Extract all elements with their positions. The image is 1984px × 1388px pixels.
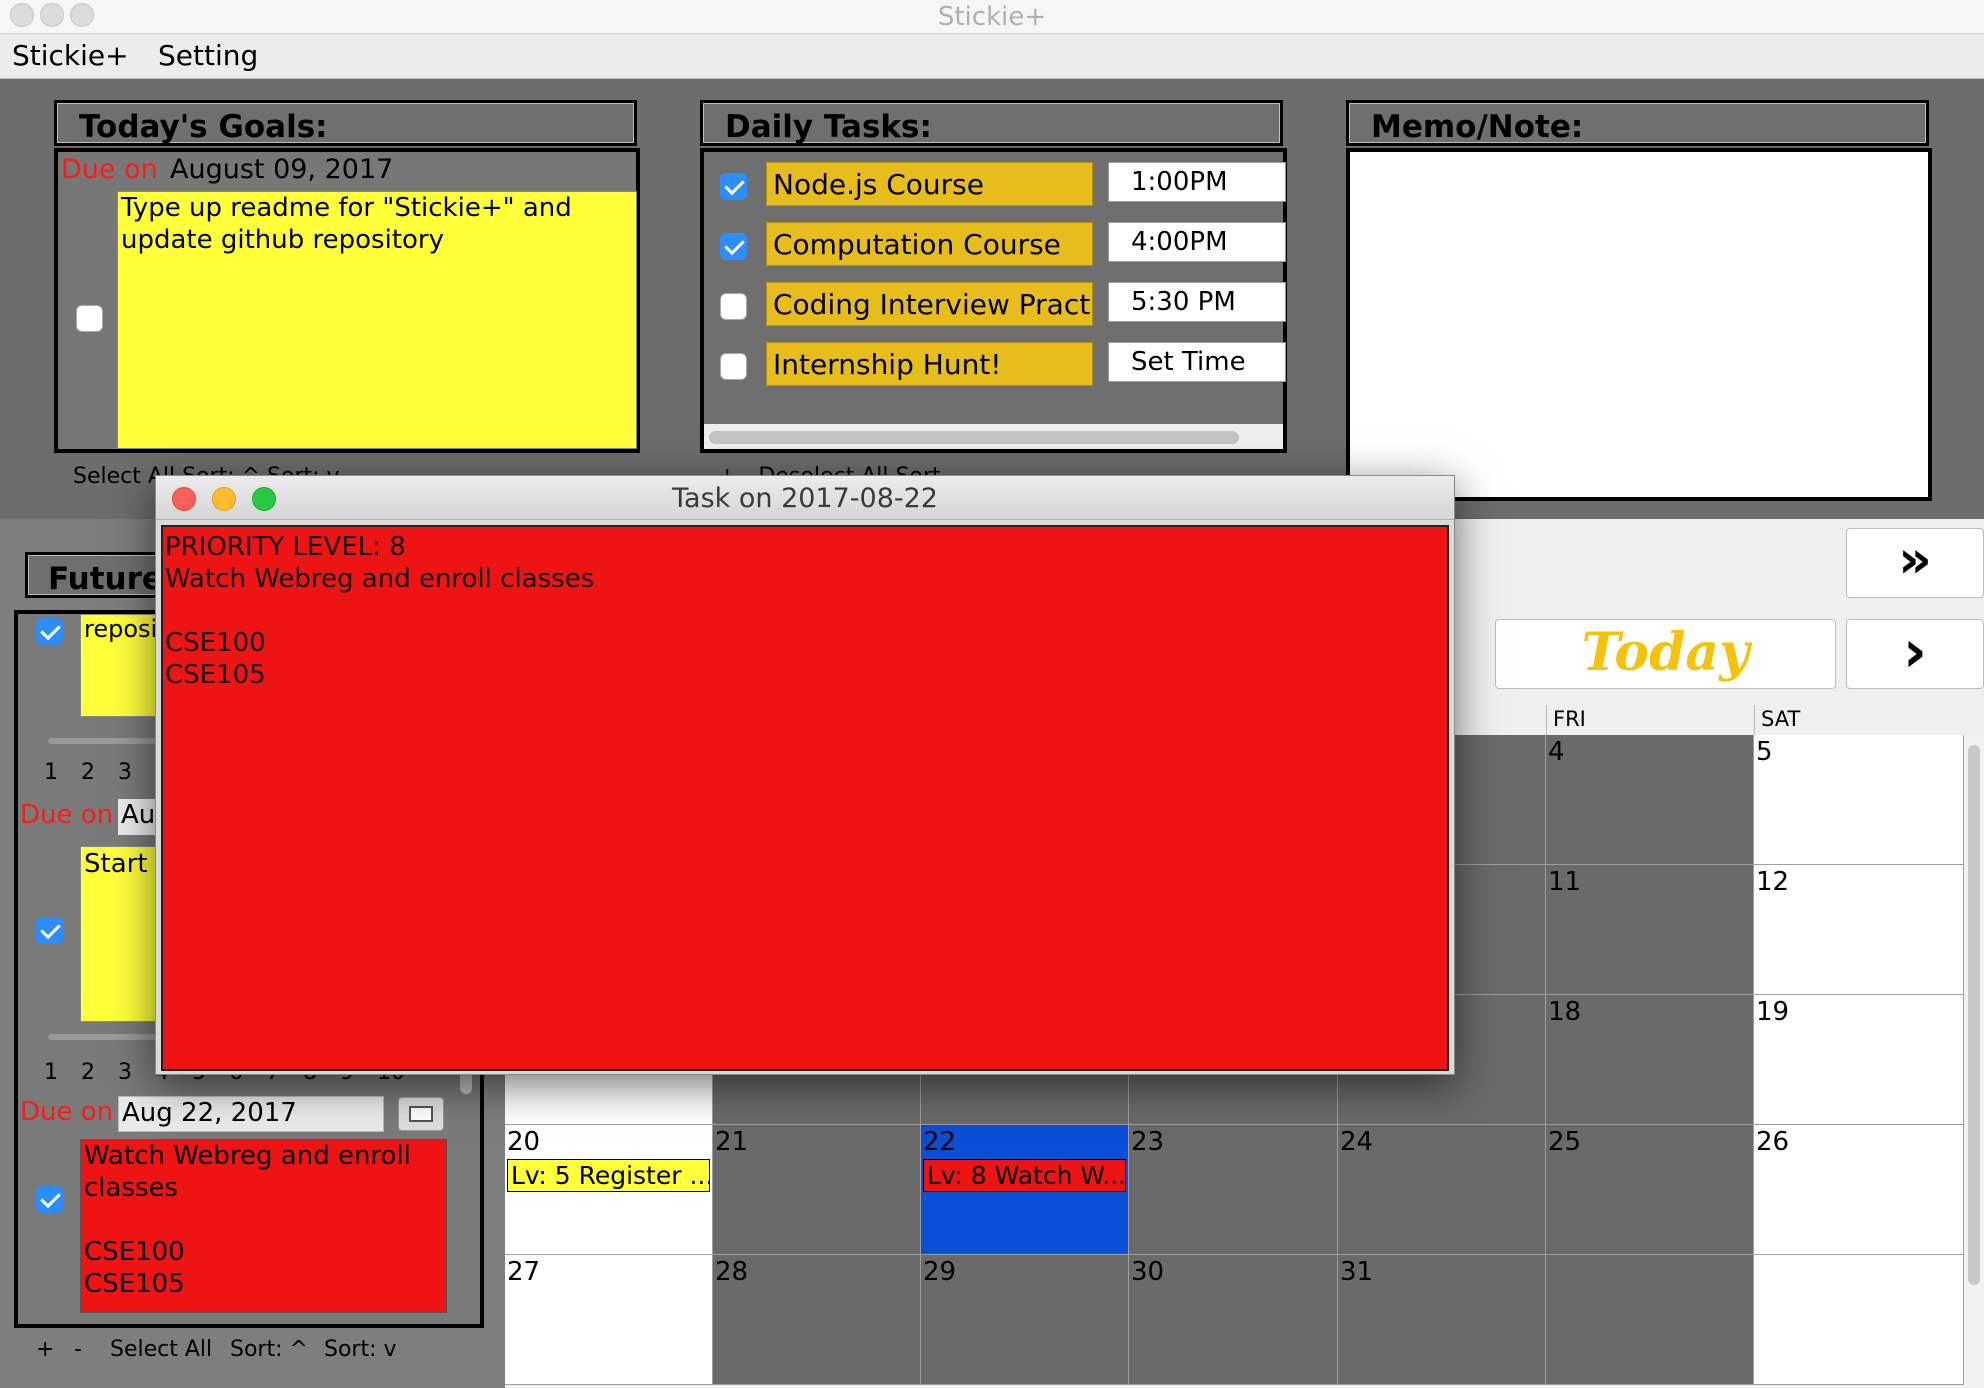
calendar-day-number: 23 [1131,1127,1165,1157]
daily-task-2-checkbox[interactable] [720,233,747,260]
daily-task-4-name[interactable]: Internship Hunt! [766,342,1093,386]
future-select-all-button[interactable]: Select All [110,1337,212,1362]
calendar-day-cell[interactable]: 29 [921,1255,1129,1385]
calendar-day-number: 12 [1756,867,1790,897]
calendar-day-cell[interactable] [1754,1255,1964,1385]
daily-task-4-time[interactable]: Set Time [1108,342,1286,382]
popup-title: Task on 2017-08-22 [672,483,938,514]
calendar-day-number: 4 [1548,737,1565,767]
future-item-1-checkbox[interactable] [36,618,63,645]
calendar-day-number: 25 [1548,1127,1582,1157]
goals-due-label: Due on [61,154,158,185]
daily-panel: Node.js Course 1:00PM Computation Course… [700,148,1287,453]
future-item-1-slider-track[interactable] [48,738,168,744]
future-item-2-slider-track[interactable] [48,1034,168,1040]
calendar-day-cell[interactable]: 24 [1338,1125,1546,1255]
calendar-day-cell[interactable]: 28 [713,1255,921,1385]
memo-header: Memo/Note: [1346,100,1929,146]
future-remove-button[interactable]: - [74,1337,82,1362]
calendar-day-cell[interactable]: 11 [1546,865,1754,995]
next-week-button[interactable]: › [1846,619,1984,689]
calendar-picker-icon[interactable] [398,1097,444,1131]
daily-task-3-name[interactable]: Coding Interview Practice [766,282,1093,326]
calendar-day-number: 5 [1756,737,1773,767]
calendar-day-number: 30 [1131,1257,1165,1287]
calendar-day-cell[interactable]: 5 [1754,735,1964,865]
calendar-day-cell[interactable]: 27 [505,1255,713,1385]
goals-panel: Due on August 09, 2017 Type up readme fo… [54,148,640,453]
calendar-scroll-thumb[interactable] [1968,745,1980,1285]
future-item-1-priority-scale: 1 2 3 [44,760,132,785]
next-month-button[interactable]: » [1846,528,1984,598]
calendar-day-number: 21 [715,1127,749,1157]
calendar-day-cell[interactable]: 30 [1129,1255,1338,1385]
future-item-3-note[interactable]: Watch Webreg and enroll classes CSE100 C… [80,1139,447,1313]
future-sort-asc-button[interactable]: Sort: ^ [230,1337,308,1362]
daily-header: Daily Tasks: [700,100,1283,146]
calendar-picker-glyph [409,1106,433,1122]
calendar-day-cell[interactable]: 31 [1338,1255,1546,1385]
calendar-day-number: 28 [715,1257,749,1287]
menu-stickie[interactable]: Stickie+ [12,39,129,72]
goals-header: Today's Goals: [54,100,637,146]
memo-textarea[interactable] [1346,148,1932,501]
calendar-day-number: 18 [1548,997,1582,1027]
calendar-day-cell[interactable]: 18 [1546,995,1754,1125]
daily-task-4-checkbox[interactable] [720,353,747,380]
goals-due-date[interactable]: August 09, 2017 [170,154,393,185]
calendar-event[interactable]: Lv: 8 Watch W... [923,1159,1126,1192]
calendar-day-cell[interactable]: 25 [1546,1125,1754,1255]
day-header-fri: FRI [1546,705,1754,735]
goals-note[interactable]: Type up readme for "Stickie+" and update… [117,191,637,449]
future-add-button[interactable]: + [36,1337,54,1362]
daily-horizontal-scrollbar[interactable] [704,424,1283,449]
calendar-day-number: 20 [507,1127,541,1157]
daily-task-3-checkbox[interactable] [720,293,747,320]
future-item-3-date[interactable]: Aug 22, 2017 [118,1096,384,1132]
future-item-3-checkbox[interactable] [36,1186,63,1213]
calendar-day-cell[interactable]: 23 [1129,1125,1338,1255]
calendar-day-cell[interactable]: 22 Lv: 8 Watch W... [921,1125,1129,1255]
future-item-3-due-label: Due on [20,1097,114,1127]
calendar-day-cell[interactable]: 19 [1754,995,1964,1125]
calendar-day-number: 22 [923,1127,957,1157]
calendar-day-cell[interactable]: 21 [713,1125,921,1255]
calendar-day-number: 24 [1340,1127,1374,1157]
daily-task-3-time[interactable]: 5:30 PM [1108,282,1286,322]
day-header-sat: SAT [1754,705,1962,735]
window-title: Stickie+ [937,2,1047,32]
menu-setting[interactable]: Setting [158,39,258,72]
upper-panel: Today's Goals: Due on August 09, 2017 Ty… [0,79,1984,519]
calendar-day-cell[interactable]: 20 Lv: 5 Register ... [505,1125,713,1255]
window-titlebar: Stickie+ [0,0,1984,34]
task-popup-window: Task on 2017-08-22 PRIORITY LEVEL: 8 Wat… [155,475,1455,1075]
future-item-2-checkbox[interactable] [36,917,63,944]
calendar-day-number: 26 [1756,1127,1790,1157]
daily-scroll-thumb[interactable] [709,431,1239,444]
calendar-day-cell[interactable]: 4 [1546,735,1754,865]
calendar-day-cell[interactable]: 12 [1754,865,1964,995]
daily-task-1-time[interactable]: 1:00PM [1108,162,1286,202]
future-item-2-due-label: Due on [20,800,114,830]
popup-task-details[interactable]: PRIORITY LEVEL: 8 Watch Webreg and enrol… [161,525,1449,1071]
calendar-day-number: 31 [1340,1257,1374,1287]
popup-titlebar: Task on 2017-08-22 [156,476,1454,520]
goals-checkbox[interactable] [76,305,103,332]
today-button[interactable]: Today [1495,619,1836,689]
future-sort-desc-button[interactable]: Sort: v [324,1337,397,1362]
calendar-event[interactable]: Lv: 5 Register ... [507,1159,710,1192]
calendar-day-cell[interactable] [1546,1255,1754,1385]
calendar-day-number: 29 [923,1257,957,1287]
daily-task-2-time[interactable]: 4:00PM [1108,222,1286,262]
calendar-day-cell[interactable]: 26 [1754,1125,1964,1255]
daily-task-1-checkbox[interactable] [720,173,747,200]
daily-task-2-name[interactable]: Computation Course [766,222,1093,266]
calendar-scrollbar[interactable] [1964,735,1984,1388]
calendar-day-number: 11 [1548,867,1582,897]
menubar: Stickie+ Setting [0,34,1984,79]
calendar-day-number: 27 [507,1257,541,1287]
calendar-day-number: 19 [1756,997,1790,1027]
daily-task-1-name[interactable]: Node.js Course [766,162,1093,206]
